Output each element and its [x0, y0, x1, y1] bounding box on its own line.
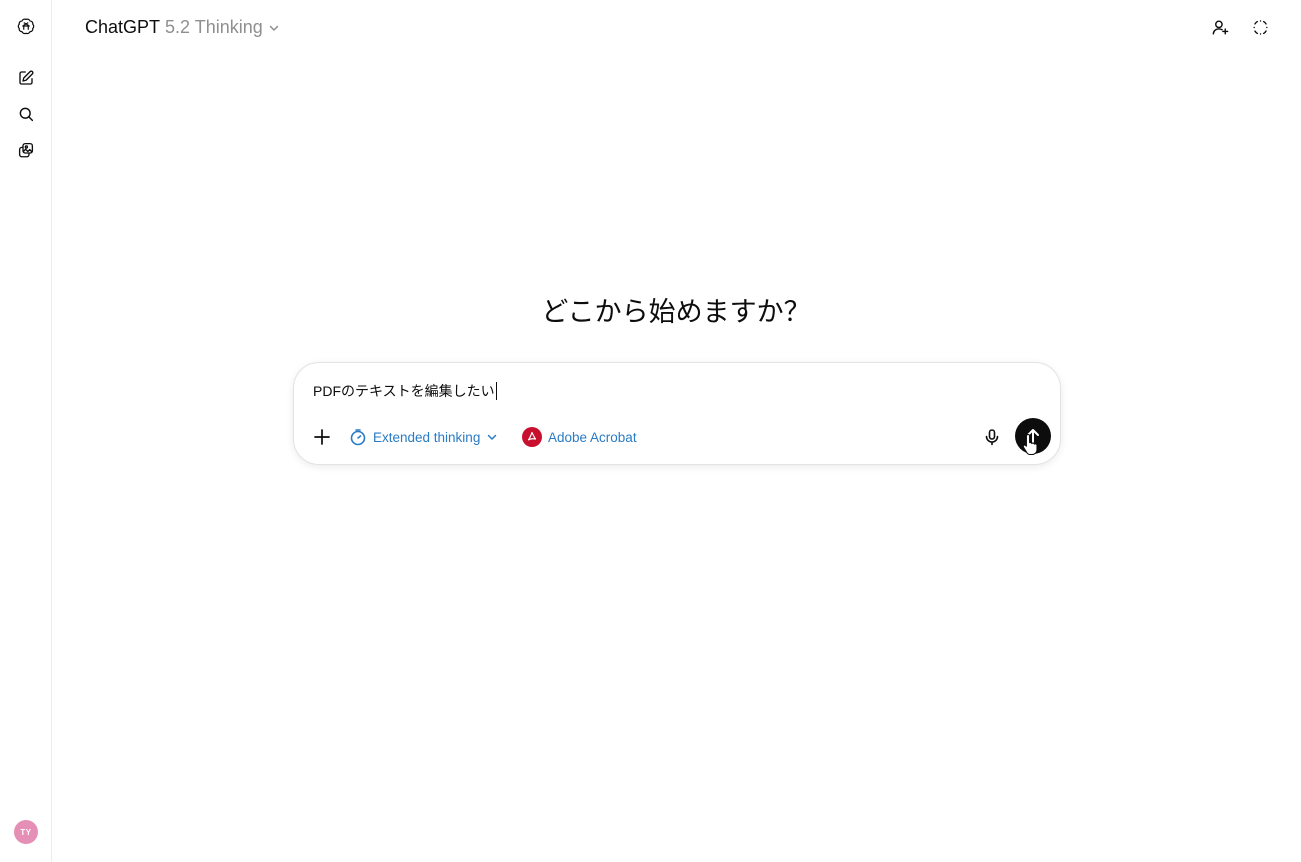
chevron-down-icon — [269, 25, 279, 31]
stopwatch-icon — [350, 429, 366, 446]
prompt-input[interactable]: PDFのテキストを編集したい — [313, 381, 497, 401]
model-variant: 5.2 Thinking — [165, 16, 263, 37]
model-name: ChatGPT — [85, 16, 161, 37]
acrobat-logo-icon — [522, 427, 542, 447]
temporary-chat-icon[interactable] — [1246, 13, 1274, 41]
adobe-acrobat-label: Adobe Acrobat — [548, 429, 637, 445]
chatgpt-app: TY ChatGPT 5.2 Thinking どこから始めますか？ PDFのテ… — [0, 0, 1301, 862]
plus-icon — [314, 429, 330, 445]
composer: PDFのテキストを編集したい Extended thinking Adobe A… — [293, 362, 1061, 465]
add-person-icon[interactable] — [1206, 13, 1234, 41]
model-switcher[interactable]: ChatGPT 5.2 Thinking — [77, 12, 288, 42]
sidebar-rail: TY — [0, 0, 52, 862]
extended-thinking-label: Extended thinking — [373, 429, 481, 445]
adobe-acrobat-pill[interactable]: Adobe Acrobat — [522, 424, 637, 450]
new-chat-icon[interactable] — [12, 64, 40, 92]
user-avatar[interactable]: TY — [14, 820, 38, 844]
prompt-text: PDFのテキストを編集したい — [313, 383, 495, 399]
library-icon[interactable] — [12, 136, 40, 164]
page-title: どこから始めますか？ — [541, 297, 811, 327]
send-button[interactable] — [1015, 418, 1051, 454]
add-attachment-button[interactable] — [310, 425, 334, 449]
extended-thinking-pill[interactable]: Extended thinking — [349, 424, 498, 450]
chevron-down-icon — [488, 434, 497, 440]
microphone-button[interactable] — [980, 425, 1004, 449]
microphone-icon — [985, 429, 999, 446]
arrow-up-icon — [1027, 429, 1039, 443]
search-icon[interactable] — [12, 100, 40, 128]
openai-logo-icon[interactable] — [12, 12, 40, 40]
text-caret — [495, 382, 497, 400]
